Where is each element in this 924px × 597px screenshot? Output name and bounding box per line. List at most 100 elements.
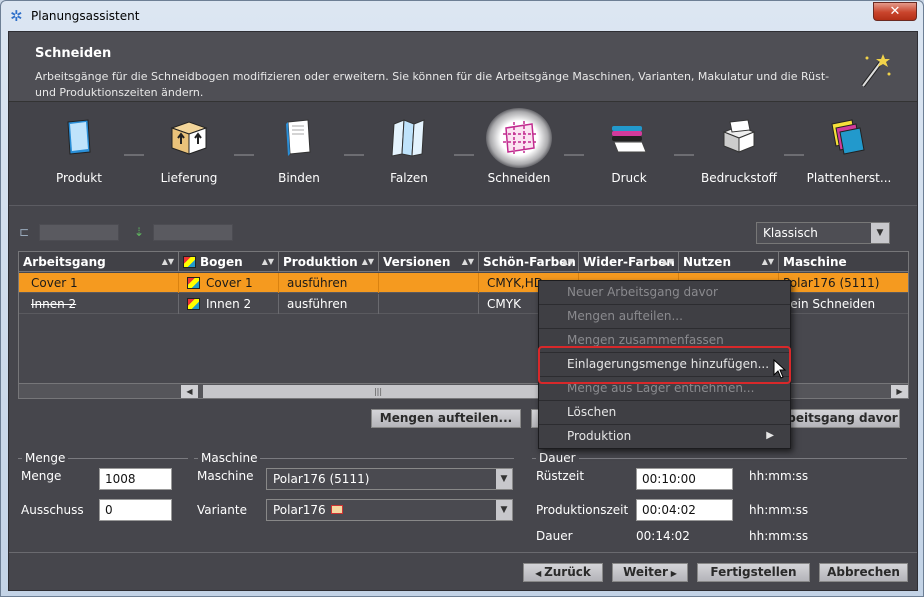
fertigstellen-button[interactable]: Fertigstellen (697, 563, 810, 582)
ausschuss-label: Ausschuss (21, 503, 84, 517)
column-header-nutzen[interactable]: Nutzen ▲▼ (679, 252, 779, 272)
maschine-group: Maschine (194, 451, 514, 465)
step-label: Binden (278, 171, 320, 185)
zurueck-button[interactable]: ◀ Zurück (523, 563, 603, 582)
maschine-select[interactable]: Polar176 (5111) ▼ (266, 468, 513, 490)
chevron-left-icon: ◀ (535, 569, 545, 578)
bogen-icon (183, 256, 196, 268)
window-title: Planungsassistent (31, 9, 140, 23)
wizard-header: Schneiden Arbeitsgänge für die Schneidbo… (9, 32, 917, 102)
title-bar[interactable]: ✲ Planungsassistent ✕ (1, 1, 923, 31)
sort-arrows-icon: ▲▼ (761, 257, 774, 266)
column-header-versionen[interactable]: Versionen ▲▼ (379, 252, 479, 272)
cell-arbeitsgang: Innen 2 (19, 294, 179, 314)
group-title: Menge (22, 451, 69, 465)
ausschuss-input[interactable]: 0 (99, 499, 172, 521)
cell-versionen (379, 273, 479, 293)
cell-versionen (379, 294, 479, 314)
cell-bogen: Cover 1 (179, 273, 279, 293)
step-label: Produkt (56, 171, 102, 185)
step-binden[interactable]: Binden (249, 102, 349, 206)
dauer-value: 00:14:02 (636, 529, 690, 543)
dropdown-arrow-icon[interactable]: ▼ (871, 223, 889, 243)
column-header-arbeitsgang[interactable]: Arbeitsgang ▲▼ (19, 252, 179, 272)
time-unit-label: hh:mm:ss (749, 503, 809, 517)
time-unit-label: hh:mm:ss (749, 469, 809, 483)
cell-maschine: Kein Schneiden (783, 297, 876, 311)
column-header-bogen[interactable]: Bogen ▲▼ (179, 252, 279, 272)
filter-field-1[interactable] (39, 224, 119, 241)
highlight-annotation (538, 346, 791, 384)
tree-filter-icon: ⊏ (19, 225, 30, 239)
step-label: Lieferung (160, 171, 218, 185)
variante-icon (330, 505, 343, 514)
dropdown-arrow-icon[interactable]: ▼ (496, 500, 512, 520)
close-button[interactable]: ✕ (873, 2, 917, 21)
group-title: Maschine (198, 451, 261, 465)
step-label: Bedruckstoff (701, 171, 777, 185)
step-plattenherst[interactable]: Plattenherst... (799, 102, 899, 206)
step-falzen[interactable]: Falzen (359, 102, 459, 206)
footer-divider (9, 552, 917, 553)
app-gear-icon: ✲ (10, 7, 23, 25)
menu-item-produktion[interactable]: Produktion ▶ (539, 425, 790, 449)
page-title: Schneiden (35, 46, 112, 61)
maschine-label: Maschine (197, 469, 254, 483)
step-lieferung[interactable]: Lieferung (139, 102, 239, 206)
wizard-steps: Produkt Lieferung Binden Falzen Schneide… (9, 102, 917, 206)
bogen-icon (187, 277, 200, 289)
step-druck[interactable]: Druck (579, 102, 679, 206)
variante-label: Variante (197, 503, 247, 517)
step-bedruckstoff[interactable]: Bedruckstoff (689, 102, 789, 206)
sort-arrows-icon: ▲▼ (461, 257, 474, 266)
produktionszeit-label: Produktionszeit (536, 503, 629, 517)
ruestzeit-input[interactable]: 00:10:00 (636, 468, 733, 490)
menu-item-neuer-arbeitsgang-davor[interactable]: Neuer Arbeitsgang davor (539, 281, 790, 305)
time-unit-label: hh:mm:ss (749, 529, 809, 543)
neuer-arbeitsgang-davor-button[interactable]: rbeitsgang davor (779, 409, 900, 428)
cell-maschine: Polar176 (5111) (783, 276, 880, 290)
mouse-cursor-icon (773, 359, 787, 379)
variante-select[interactable]: Polar176 ▼ (266, 499, 513, 521)
group-title: Dauer (536, 451, 579, 465)
cell-arbeitsgang: Cover 1 (19, 273, 179, 293)
submenu-arrow-icon: ▶ (766, 430, 774, 441)
maschine-value: Polar176 (5111) (273, 472, 370, 486)
sort-arrows-icon: ▲▼ (261, 257, 274, 266)
weiter-button[interactable]: Weiter ▶ (612, 563, 688, 582)
page-description: Arbeitsgänge für die Schneidbogen modifi… (35, 70, 830, 99)
column-header-produktion[interactable]: Produktion ▲▼ (279, 252, 379, 272)
menge-input[interactable]: 1008 (99, 468, 172, 490)
plattenherst-icon (831, 119, 865, 155)
produktionszeit-input[interactable]: 00:04:02 (636, 499, 733, 521)
step-schneiden[interactable]: Schneiden (469, 102, 569, 206)
bedruckstoff-icon (722, 119, 756, 153)
scroll-thumb[interactable]: ||| (203, 385, 553, 398)
menu-item-mengen-aufteilen[interactable]: Mengen aufteilen... (539, 305, 790, 329)
step-label: Plattenherst... (806, 171, 892, 185)
step-label: Druck (611, 171, 647, 185)
magic-wand-icon (859, 52, 893, 98)
view-mode-select[interactable]: Klassisch ▼ (756, 222, 890, 244)
dropdown-arrow-icon[interactable]: ▼ (496, 469, 512, 489)
scroll-left-icon[interactable]: ◀ (181, 385, 198, 398)
falzen-icon (391, 119, 425, 157)
abbrechen-button[interactable]: Abbrechen (819, 563, 908, 582)
binden-icon (286, 119, 311, 156)
chevron-right-icon: ▶ (667, 569, 677, 578)
column-header-maschine[interactable]: Maschine (779, 252, 908, 272)
menu-item-loeschen[interactable]: Löschen (539, 401, 790, 425)
ruestzeit-label: Rüstzeit (536, 469, 585, 483)
column-header-schoen-farben[interactable]: Schön-Farben ▲▼ (479, 252, 579, 272)
step-produkt[interactable]: Produkt (29, 102, 129, 206)
sort-arrows-icon: ▲▼ (361, 257, 374, 266)
cell-produktion: ausführen (279, 273, 379, 293)
column-header-wider-farben[interactable]: Wider-Farben ▲▼ (579, 252, 679, 272)
menge-group: Menge (18, 451, 188, 465)
dauer-label: Dauer (536, 529, 573, 543)
filter-field-2[interactable] (153, 224, 233, 241)
scroll-right-icon[interactable]: ▶ (891, 385, 908, 398)
step-label: Schneiden (487, 171, 551, 185)
variante-value: Polar176 (273, 503, 326, 517)
mengen-aufteilen-button[interactable]: Mengen aufteilen... (371, 409, 521, 428)
